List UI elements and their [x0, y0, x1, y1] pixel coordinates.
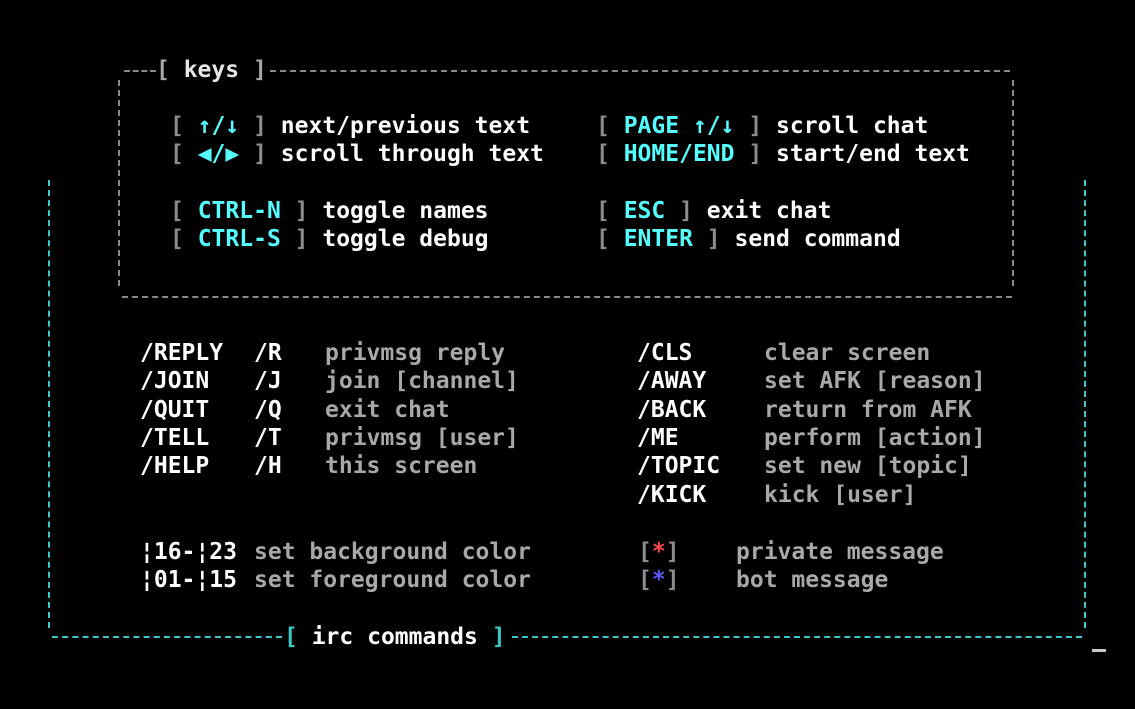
command-row: /ME: [637, 425, 679, 451]
color-code: ¦01-¦15: [140, 567, 237, 593]
command-row: /TOPIC: [637, 453, 721, 479]
irc-box-left-border: [48, 180, 50, 628]
irc-box-title: [ irc commands ]: [284, 624, 506, 650]
command-alias: /J: [254, 368, 282, 394]
command-alias: /R: [254, 340, 282, 366]
key-binding-page: [ PAGE ↑/↓ ] scroll chat: [596, 113, 929, 139]
key-binding-home-end: [ HOME/END ] start/end text: [596, 141, 970, 167]
command-row: /JOIN: [140, 368, 210, 394]
command-row: /HELP: [140, 453, 210, 479]
key-binding-updown: [ ↑/↓ ] next/previous text: [170, 113, 531, 139]
key-binding-enter: [ ENTER ] send command: [596, 226, 901, 252]
irc-box-right-border: [1084, 180, 1086, 628]
keys-box-bottom-border: [122, 296, 1012, 298]
command-row: /KICK: [637, 482, 707, 508]
color-code-desc: set foreground color: [254, 567, 531, 593]
command-alias: /T: [254, 425, 282, 451]
irc-box-bottom-border: [512, 636, 1082, 638]
command-desc: set new [topic]: [764, 453, 972, 479]
command-desc: clear screen: [764, 340, 931, 366]
command-desc: set AFK [reason]: [764, 368, 986, 394]
key-binding-leftright: [ ◀/▶ ] scroll through text: [170, 141, 544, 167]
keys-box-right-border: [1012, 80, 1014, 286]
private-message-marker: [*]: [638, 539, 680, 565]
command-row: /REPLY: [140, 340, 224, 366]
keys-box-left-border: [118, 80, 120, 286]
command-alias: /H: [254, 453, 282, 479]
command-desc: join [channel]: [325, 368, 519, 394]
key-binding-esc: [ ESC ] exit chat: [596, 198, 832, 224]
command-row: /CLS: [637, 340, 693, 366]
command-desc: this screen: [325, 453, 478, 479]
legend-desc: bot message: [736, 567, 889, 593]
command-desc: privmsg [user]: [325, 425, 519, 451]
command-row: /QUIT: [140, 397, 210, 423]
command-alias: /Q: [254, 397, 282, 423]
color-code: ¦16-¦23: [140, 539, 237, 565]
keys-box-top-border: [270, 70, 1010, 72]
key-binding-ctrl-s: [ CTRL-S ] toggle debug: [170, 226, 489, 252]
command-desc: kick [user]: [764, 482, 917, 508]
command-row: /BACK: [637, 397, 707, 423]
command-row: /TELL: [140, 425, 210, 451]
keys-box-top-border: [124, 70, 156, 72]
irc-box-bottom-border: [52, 636, 282, 638]
legend-desc: private message: [736, 539, 944, 565]
text-cursor: [1092, 649, 1106, 652]
key-binding-ctrl-n: [ CTRL-N ] toggle names: [170, 198, 489, 224]
color-code-desc: set background color: [254, 539, 531, 565]
command-desc: return from AFK: [764, 397, 972, 423]
keys-box-title: [ keys ]: [156, 57, 267, 83]
command-row: /AWAY: [637, 368, 707, 394]
command-desc: perform [action]: [764, 425, 986, 451]
command-desc: exit chat: [325, 397, 450, 423]
command-desc: privmsg reply: [325, 340, 506, 366]
bot-message-marker: [*]: [638, 567, 680, 593]
